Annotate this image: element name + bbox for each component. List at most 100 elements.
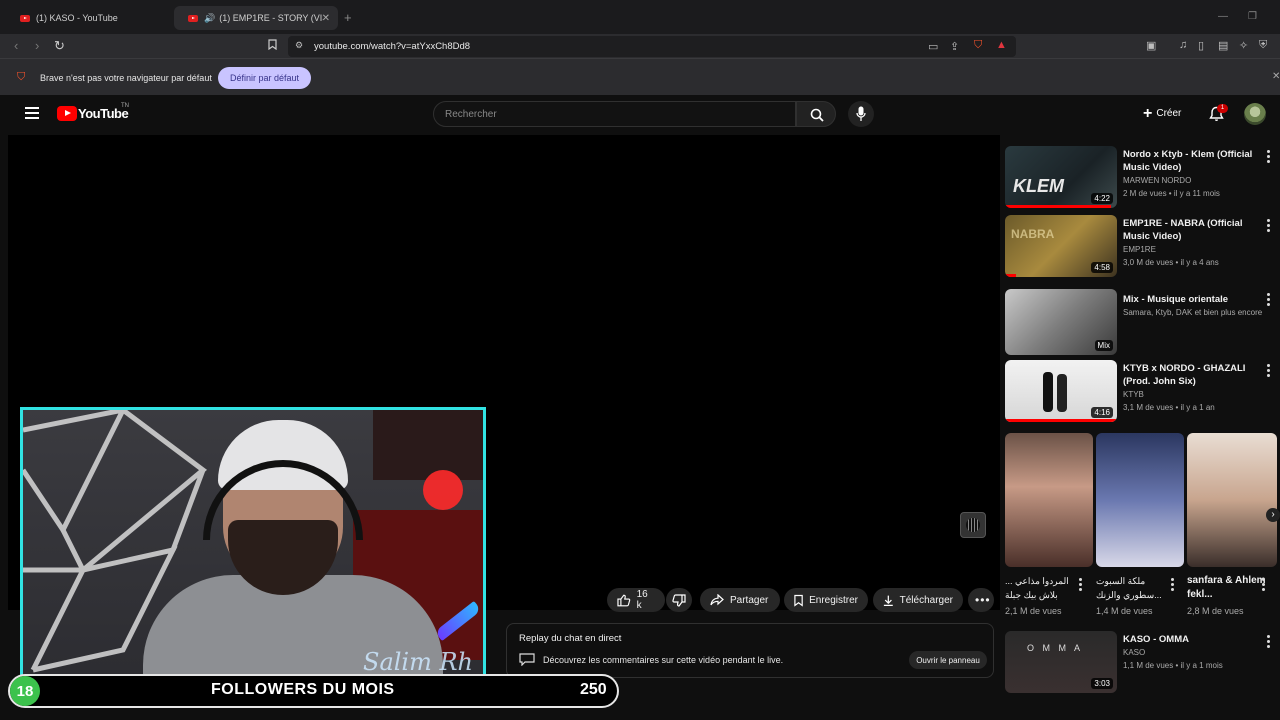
video-thumbnail[interactable]: NABRA 4:58 bbox=[1005, 215, 1117, 277]
channel-name[interactable]: KTYB bbox=[1123, 390, 1144, 399]
shorts-next-icon[interactable]: › bbox=[1266, 508, 1280, 522]
new-tab-button[interactable]: + bbox=[344, 10, 352, 25]
youtube-favicon-icon bbox=[188, 14, 198, 22]
channel-name[interactable]: MARWEN NORDO bbox=[1123, 176, 1191, 185]
more-vertical-icon[interactable] bbox=[1267, 150, 1270, 163]
recommended-video[interactable]: 4:16 KTYB x NORDO - GHAZALI (Prod. John … bbox=[1005, 360, 1277, 426]
menu-icon[interactable] bbox=[25, 107, 39, 119]
search-icon bbox=[810, 108, 824, 122]
channel-watermark-icon[interactable] bbox=[960, 512, 986, 538]
short-thumbnail[interactable] bbox=[1005, 433, 1093, 567]
recommended-mix[interactable]: Mix Mix - Musique orientale Samara, Ktyb… bbox=[1005, 289, 1277, 355]
notification-badge: 1 bbox=[1217, 104, 1228, 113]
video-title[interactable]: EMP1RE - NABRA (Official Music Video) bbox=[1123, 217, 1263, 243]
leo-ai-icon[interactable]: ✧ bbox=[1239, 39, 1248, 52]
vpn-icon[interactable]: ⛨ bbox=[1259, 39, 1267, 52]
reading-list-icon[interactable]: ▯ bbox=[1198, 39, 1204, 52]
share-label: Partager bbox=[730, 594, 769, 606]
more-vertical-icon[interactable] bbox=[1267, 293, 1270, 306]
video-thumbnail[interactable]: KLEM 4:22 bbox=[1005, 146, 1117, 208]
search-placeholder: Rechercher bbox=[445, 109, 497, 120]
short-title[interactable]: المردوا مذاعي ... بلاش بيك جبلة bbox=[1005, 574, 1085, 602]
save-label: Enregistrer bbox=[809, 594, 858, 606]
video-meta: 3,1 M de vues • il y a 1 an bbox=[1123, 403, 1215, 412]
short-views: 2,8 M de vues bbox=[1187, 606, 1244, 616]
thumbnail-text: O M M A bbox=[1027, 643, 1084, 653]
open-panel-button[interactable]: Ouvrir le panneau bbox=[909, 651, 987, 669]
mix-badge: Mix bbox=[1094, 340, 1113, 351]
like-button[interactable]: 16 k bbox=[607, 588, 665, 612]
search-button[interactable] bbox=[796, 101, 836, 127]
back-icon[interactable]: ‹ bbox=[14, 38, 18, 53]
recommended-video[interactable]: O M M A 3:03 KASO - OMMA KASO 1,1 M de v… bbox=[1005, 631, 1277, 697]
dislike-button[interactable] bbox=[666, 588, 692, 612]
wall-poster bbox=[373, 410, 483, 480]
tab-emp1re[interactable]: 🔊 (1) EMP1RE - STORY (VISUALI ✕ bbox=[174, 6, 338, 30]
infobar-close-icon[interactable]: ✕ bbox=[1272, 71, 1280, 82]
more-vertical-icon[interactable] bbox=[1267, 364, 1270, 377]
video-title[interactable]: KASO - OMMA bbox=[1123, 633, 1263, 646]
video-duration: 4:16 bbox=[1091, 407, 1113, 418]
close-tab-icon[interactable]: ✕ bbox=[322, 13, 330, 24]
thumbnail-text: NABRA bbox=[1011, 227, 1055, 241]
video-thumbnail[interactable]: 4:16 bbox=[1005, 360, 1117, 422]
short-title[interactable]: ملكة السبوت سطوري والزنك... bbox=[1096, 574, 1176, 602]
site-settings-icon[interactable]: ⚙ bbox=[295, 40, 303, 51]
minimize-icon[interactable]: — bbox=[1218, 11, 1228, 22]
tab-title: (1) KASO - YouTube bbox=[36, 13, 118, 23]
more-actions-button[interactable]: ••• bbox=[968, 588, 994, 612]
share-button[interactable]: Partager bbox=[700, 588, 780, 612]
country-code: TN bbox=[121, 103, 129, 109]
video-meta: 1,1 M de vues • il y a 1 mois bbox=[1123, 661, 1223, 670]
brave-shields-icon[interactable]: ⛉ bbox=[974, 39, 982, 52]
youtube-header: YouTube TN Rechercher + Créer 1 bbox=[0, 95, 1280, 133]
save-button[interactable]: Enregistrer bbox=[784, 588, 868, 612]
download-button[interactable]: Télécharger bbox=[873, 588, 963, 612]
url-field[interactable]: ⚙ youtube.com/watch?v=atYxxCh8Dd8 ▭ ⇪ ⛉ … bbox=[288, 36, 1016, 57]
restore-icon[interactable]: ❐ bbox=[1248, 11, 1257, 22]
tab-kaso[interactable]: (1) KASO - YouTube bbox=[6, 6, 174, 30]
channel-name[interactable]: EMP1RE bbox=[1123, 245, 1156, 254]
live-chat-replay-panel: Replay du chat en direct Découvrez les c… bbox=[506, 623, 994, 678]
download-label: Télécharger bbox=[899, 594, 953, 606]
bookmark-icon[interactable] bbox=[268, 39, 277, 53]
more-vertical-icon[interactable] bbox=[1267, 219, 1270, 232]
video-title[interactable]: Mix - Musique orientale bbox=[1123, 293, 1263, 306]
share-page-icon[interactable]: ⇪ bbox=[950, 40, 959, 53]
chat-icon bbox=[519, 653, 535, 666]
more-vertical-icon[interactable] bbox=[1171, 578, 1174, 591]
youtube-logo-icon[interactable] bbox=[57, 106, 77, 121]
avatar[interactable] bbox=[1244, 103, 1266, 125]
wallet-icon[interactable]: ▤ bbox=[1218, 39, 1228, 52]
followers-current: 18 bbox=[10, 676, 40, 706]
video-thumbnail[interactable]: Mix bbox=[1005, 289, 1117, 355]
tab-title: (1) EMP1RE - STORY (VISUALI bbox=[219, 13, 323, 23]
video-thumbnail[interactable]: O M M A 3:03 bbox=[1005, 631, 1117, 693]
recommended-video[interactable]: KLEM 4:22 Nordo x Ktyb - Klem (Official … bbox=[1005, 146, 1277, 212]
video-title[interactable]: Nordo x Ktyb - Klem (Official Music Vide… bbox=[1123, 148, 1263, 174]
more-vertical-icon[interactable] bbox=[1079, 578, 1082, 591]
short-thumbnail[interactable] bbox=[1187, 433, 1277, 567]
create-button[interactable]: + Créer bbox=[1143, 105, 1181, 123]
watch-progress bbox=[1005, 419, 1117, 422]
voice-search-button[interactable] bbox=[848, 101, 874, 127]
webcam-overlay: Salim Rh bbox=[20, 407, 486, 690]
short-title[interactable]: sanfara & Ahlem fekl... bbox=[1187, 574, 1267, 602]
brave-rewards-icon[interactable]: ▲ bbox=[996, 39, 1007, 51]
reload-icon[interactable]: ↻ bbox=[54, 38, 65, 54]
sidebar-toggle-icon[interactable]: ▣ bbox=[1146, 39, 1156, 52]
channel-name[interactable]: KASO bbox=[1123, 648, 1145, 657]
more-vertical-icon[interactable] bbox=[1267, 635, 1270, 648]
cast-icon[interactable]: ▭ bbox=[928, 40, 938, 53]
share-icon bbox=[710, 594, 724, 606]
download-icon bbox=[883, 595, 893, 606]
set-default-button[interactable]: Définir par défaut bbox=[218, 67, 311, 89]
media-icon[interactable]: ♫ bbox=[1179, 39, 1187, 51]
recommended-video[interactable]: NABRA 4:58 EMP1RE - NABRA (Official Musi… bbox=[1005, 215, 1277, 281]
video-title[interactable]: KTYB x NORDO - GHAZALI (Prod. John Six) bbox=[1123, 362, 1263, 388]
channel-name[interactable]: Samara, Ktyb, DAK et bien plus encore bbox=[1123, 308, 1273, 317]
short-thumbnail[interactable] bbox=[1096, 433, 1184, 567]
forward-icon[interactable]: › bbox=[35, 38, 39, 53]
search-input[interactable]: Rechercher bbox=[433, 101, 796, 127]
more-vertical-icon[interactable] bbox=[1262, 578, 1265, 591]
